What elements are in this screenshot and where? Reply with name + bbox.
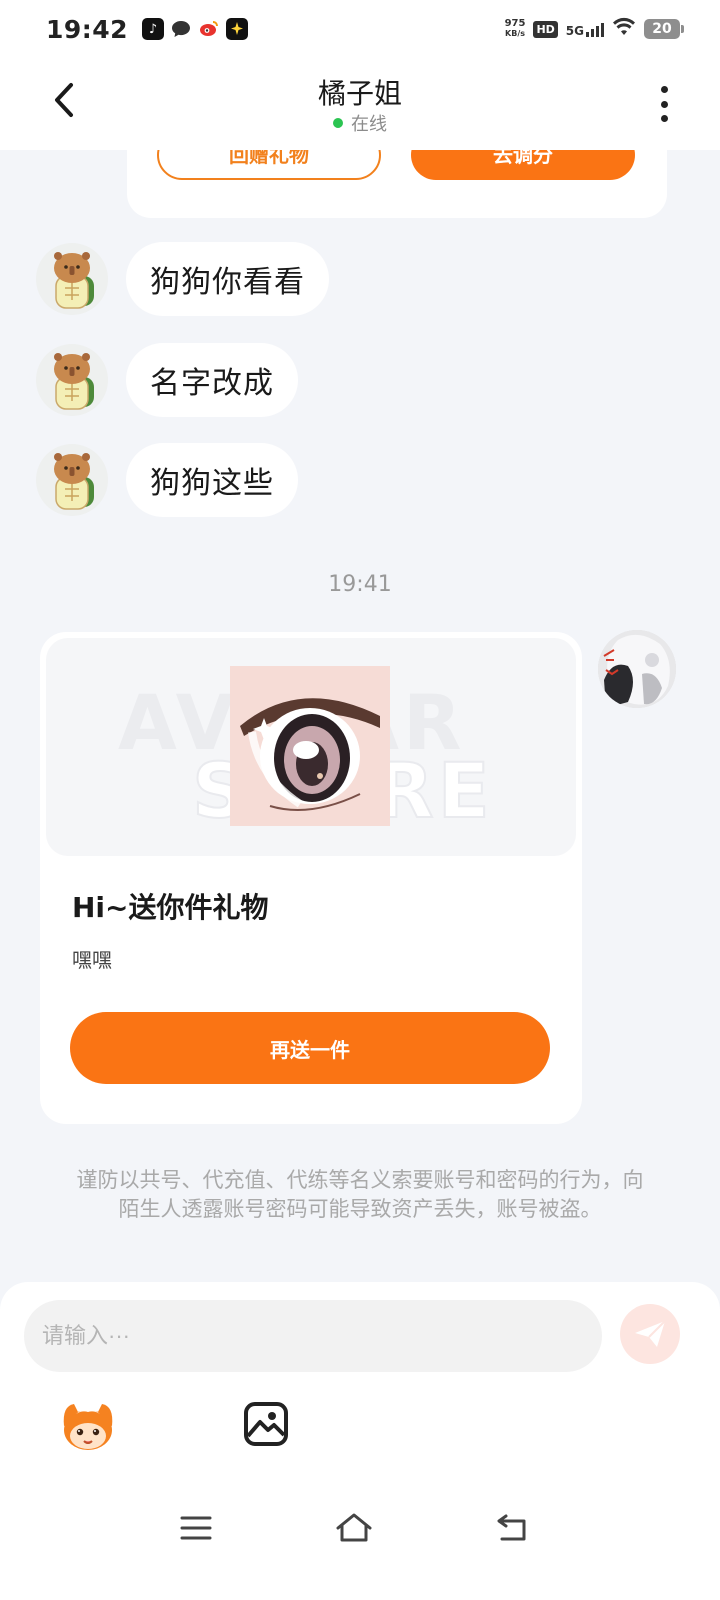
- message-timestamp: 19:41: [328, 572, 392, 597]
- message-bubble[interactable]: 名字改成: [126, 343, 298, 417]
- online-status-label: 在线: [351, 114, 387, 135]
- sticker-button[interactable]: [58, 1396, 118, 1456]
- gift-message: 嘿嘿: [72, 948, 112, 972]
- message-row: 名字改成: [36, 343, 298, 417]
- anime-eye-gift-image: [230, 666, 390, 826]
- message-row: 狗狗你看看: [36, 242, 329, 316]
- status-bar: 19:42 ♪ 975 KB/s HD 5G 20: [0, 0, 720, 58]
- send-button[interactable]: [620, 1304, 680, 1364]
- capybara-avatar-icon: [54, 453, 94, 510]
- contact-avatar[interactable]: [36, 344, 108, 416]
- user-avatar-image: [598, 630, 676, 708]
- message-row: 狗狗这些: [36, 443, 298, 517]
- chat-bubble-icon: [170, 18, 193, 40]
- home-button[interactable]: [332, 1506, 376, 1550]
- capybara-avatar-icon: [54, 252, 94, 309]
- net-speed: 975 KB/s: [504, 18, 526, 39]
- image-picker-button[interactable]: [242, 1400, 290, 1448]
- fox-mascot-icon: [63, 1404, 113, 1450]
- my-avatar[interactable]: [598, 630, 676, 708]
- contact-avatar[interactable]: [36, 243, 108, 315]
- more-options-button[interactable]: [652, 84, 676, 124]
- send-another-gift-button[interactable]: 再送一件: [70, 1012, 550, 1084]
- weibo-icon: [198, 18, 221, 40]
- menu-lines-icon: [180, 1516, 212, 1540]
- gift-card[interactable]: AVATAR STORE Hi~送你件礼物 嘿嘿 再送一件: [40, 632, 582, 1124]
- home-icon: [336, 1513, 372, 1542]
- return-arrow-icon: [497, 1514, 526, 1541]
- online-status: 在线: [0, 110, 720, 136]
- chat-header: 橘子姐 在线: [0, 58, 720, 150]
- cellular-signal-icon: 5G: [566, 21, 604, 37]
- paper-plane-icon: [635, 1320, 666, 1347]
- image-icon: [244, 1402, 288, 1446]
- message-input[interactable]: [24, 1300, 602, 1372]
- gift-image-area: AVATAR STORE: [46, 638, 576, 856]
- battery-indicator: 20: [644, 19, 684, 39]
- capybara-avatar-icon: [54, 353, 94, 410]
- tiktok-icon: ♪: [142, 18, 165, 40]
- recent-apps-button[interactable]: [174, 1506, 218, 1550]
- status-app-icons: ♪: [142, 18, 249, 40]
- status-indicators: 975 KB/s HD 5G 20: [504, 17, 684, 41]
- system-navigation-bar: [0, 1490, 720, 1570]
- status-time: 19:42: [46, 14, 129, 44]
- message-bubble[interactable]: 狗狗你看看: [126, 242, 329, 316]
- back-nav-button[interactable]: [490, 1506, 534, 1550]
- security-warning: 谨防以共号、代充值、代练等名义索要账号和密码的行为，向陌生人透露账号密码可能导致…: [76, 1168, 644, 1221]
- message-bubble[interactable]: 狗狗这些: [126, 443, 298, 517]
- sparkle-app-icon: [226, 18, 249, 40]
- contact-name: 橘子姐: [317, 77, 402, 110]
- online-dot-icon: [333, 118, 343, 128]
- gift-title: Hi~送你件礼物: [72, 891, 269, 924]
- contact-avatar[interactable]: [36, 444, 108, 516]
- hd-badge: HD: [533, 20, 558, 38]
- wifi-icon: [612, 17, 636, 41]
